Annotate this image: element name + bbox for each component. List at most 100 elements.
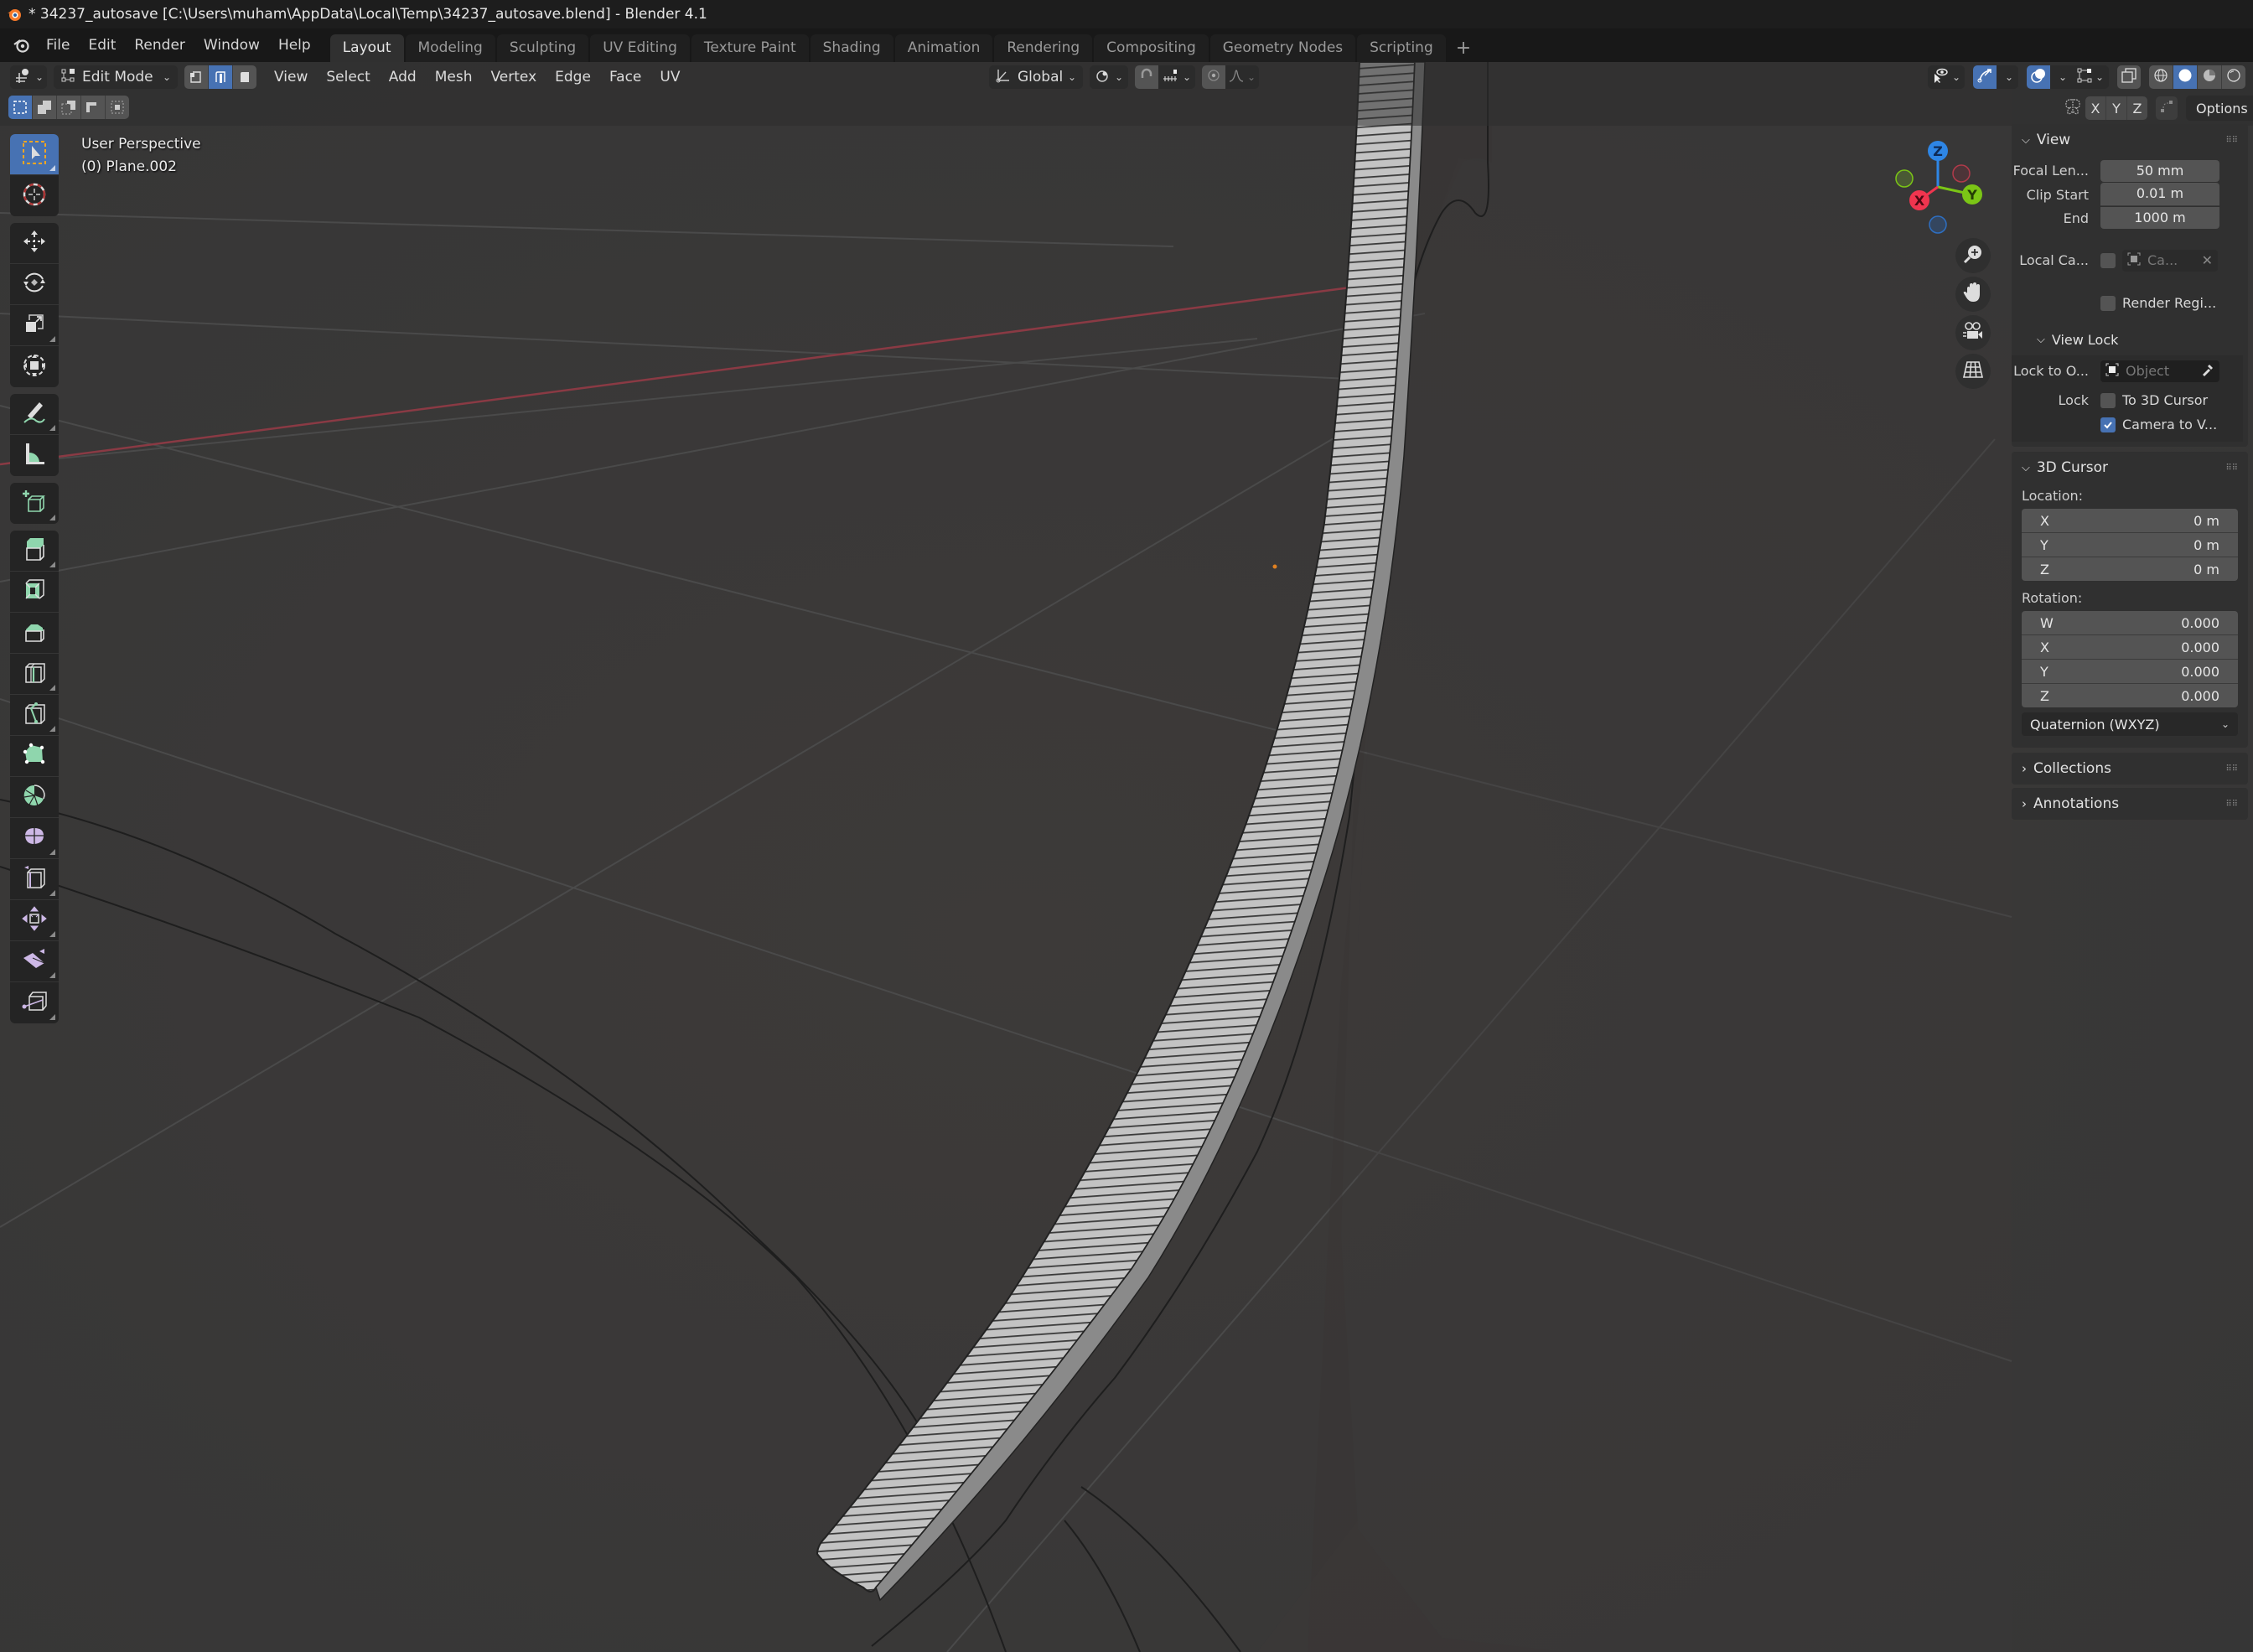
select-mode-set[interactable] bbox=[8, 96, 33, 119]
select-mode-extend[interactable] bbox=[33, 96, 57, 119]
tool-measure[interactable] bbox=[10, 435, 59, 476]
mesh-edit-overlay-dropdown[interactable]: ⌄ bbox=[2072, 65, 2109, 89]
tool-extrude-region[interactable] bbox=[10, 531, 59, 572]
tab-layout[interactable]: Layout bbox=[329, 34, 404, 62]
tab-sculpting[interactable]: Sculpting bbox=[496, 34, 589, 62]
viewport-scene[interactable] bbox=[0, 62, 2253, 1652]
tab-compositing[interactable]: Compositing bbox=[1094, 34, 1209, 62]
tool-poly-build[interactable] bbox=[10, 736, 59, 777]
menu-window[interactable]: Window bbox=[194, 28, 269, 62]
clear-x-icon[interactable]: ✕ bbox=[2202, 252, 2213, 268]
local-camera-checkbox[interactable] bbox=[2100, 252, 2116, 268]
tool-rip-region[interactable] bbox=[10, 982, 59, 1023]
tab-modeling[interactable]: Modeling bbox=[405, 34, 495, 62]
menu-file[interactable]: File bbox=[37, 28, 79, 62]
tool-annotate[interactable] bbox=[10, 394, 59, 435]
gizmo-neg-x[interactable] bbox=[1952, 164, 1971, 183]
drag-handle-icon[interactable]: ⠿⠿ bbox=[2225, 136, 2238, 145]
pivot-point-dropdown[interactable]: ⌄ bbox=[1090, 65, 1128, 89]
3d-cursor-panel-header[interactable]: ⌵ 3D Cursor ⠿⠿ bbox=[2012, 452, 2248, 484]
menu-edit[interactable]: Edit bbox=[79, 28, 125, 62]
xray-toggle[interactable] bbox=[2117, 65, 2141, 89]
tool-shrink-fatten[interactable] bbox=[10, 900, 59, 941]
tab-shading[interactable]: Shading bbox=[810, 34, 893, 62]
blender-menu-icon[interactable] bbox=[7, 28, 37, 62]
select-mode-subtract[interactable] bbox=[57, 96, 81, 119]
gizmo-dropdown[interactable]: ⌄ bbox=[1997, 65, 2018, 89]
view-lock-subpanel-header[interactable]: ⌵ View Lock bbox=[2012, 324, 2248, 355]
gizmo-neg-z[interactable] bbox=[1929, 215, 1947, 234]
camera-view-button[interactable] bbox=[1955, 315, 1991, 350]
cursor-rotation-y[interactable]: Y 0.000 bbox=[2022, 660, 2238, 684]
ortho-toggle-button[interactable] bbox=[1955, 354, 1991, 389]
edge-select-button[interactable] bbox=[209, 65, 233, 89]
mirror-x-button[interactable]: X bbox=[2085, 96, 2106, 120]
cursor-rotation-z[interactable]: Z 0.000 bbox=[2022, 684, 2238, 707]
menu-view[interactable]: View bbox=[265, 69, 317, 85]
vertex-select-button[interactable] bbox=[184, 65, 209, 89]
clip-end-field[interactable]: 1000 m bbox=[2100, 207, 2219, 229]
tool-inset-faces[interactable] bbox=[10, 572, 59, 613]
face-select-button[interactable] bbox=[233, 65, 256, 89]
editor-type-button[interactable]: ⌄ bbox=[10, 65, 47, 89]
proportional-edit-toggle[interactable] bbox=[1202, 65, 1225, 89]
overlay-toggle[interactable] bbox=[2027, 65, 2050, 89]
tool-move[interactable] bbox=[10, 223, 59, 264]
snap-toggle[interactable] bbox=[1135, 65, 1158, 89]
mirror-y-button[interactable]: Y bbox=[2106, 96, 2127, 120]
transform-orientation-dropdown[interactable]: Global ⌄ bbox=[989, 65, 1083, 89]
zoom-button[interactable] bbox=[1955, 238, 1991, 273]
rotation-mode-dropdown[interactable]: Quaternion (WXYZ) ⌄ bbox=[2022, 712, 2238, 736]
menu-render[interactable]: Render bbox=[125, 28, 194, 62]
visibility-selectability-dropdown[interactable]: ⌄ bbox=[1928, 65, 1965, 89]
3d-viewport[interactable] bbox=[0, 62, 2253, 1652]
to-3d-cursor-checkbox[interactable] bbox=[2100, 392, 2116, 408]
menu-uv[interactable]: UV bbox=[650, 69, 689, 85]
mirror-z-button[interactable]: Z bbox=[2127, 96, 2147, 120]
tool-loop-cut[interactable] bbox=[10, 654, 59, 695]
navigation-gizmo[interactable]: Z Y X bbox=[1886, 134, 1995, 243]
tool-shear[interactable] bbox=[10, 941, 59, 982]
collections-panel-header[interactable]: › Collections ⠿⠿ bbox=[2012, 753, 2248, 785]
menu-vertex[interactable]: Vertex bbox=[481, 69, 546, 85]
shading-rendered-button[interactable] bbox=[2222, 65, 2245, 89]
cursor-location-z[interactable]: Z0 m bbox=[2022, 557, 2238, 581]
select-mode-difference[interactable] bbox=[81, 96, 106, 119]
options-button[interactable]: Options bbox=[2186, 96, 2253, 121]
falloff-dropdown[interactable]: ⌄ bbox=[1225, 65, 1259, 89]
tab-rendering[interactable]: Rendering bbox=[994, 34, 1093, 62]
tool-edge-slide[interactable] bbox=[10, 859, 59, 900]
render-region-checkbox[interactable] bbox=[2100, 295, 2116, 311]
gizmo-toggle[interactable] bbox=[1973, 65, 1997, 89]
shading-solid-button[interactable] bbox=[2173, 65, 2198, 89]
drag-handle-icon[interactable]: ⠿⠿ bbox=[2225, 764, 2238, 774]
pan-button[interactable] bbox=[1955, 277, 1991, 312]
add-workspace-button[interactable]: + bbox=[1448, 34, 1479, 62]
view-panel-header[interactable]: ⌵ View ⠿⠿ bbox=[2012, 124, 2248, 156]
tool-bevel[interactable] bbox=[10, 613, 59, 654]
annotations-panel-header[interactable]: › Annotations ⠿⠿ bbox=[2012, 788, 2248, 820]
snap-target-dropdown[interactable]: ⌄ bbox=[1158, 65, 1195, 89]
tab-geometry-nodes[interactable]: Geometry Nodes bbox=[1209, 34, 1356, 62]
tool-transform[interactable] bbox=[10, 346, 59, 387]
tool-spin[interactable] bbox=[10, 777, 59, 818]
tab-animation[interactable]: Animation bbox=[894, 34, 993, 62]
menu-face[interactable]: Face bbox=[600, 69, 650, 85]
tool-scale[interactable] bbox=[10, 305, 59, 346]
focal-length-field[interactable]: 50 mm bbox=[2100, 159, 2219, 182]
menu-add[interactable]: Add bbox=[380, 69, 426, 85]
cursor-location-y[interactable]: Y0 m bbox=[2022, 533, 2238, 557]
local-camera-field[interactable]: Ca... ✕ bbox=[2122, 249, 2218, 272]
drag-handle-icon[interactable]: ⠿⠿ bbox=[2225, 463, 2238, 473]
eyedropper-icon[interactable] bbox=[2201, 363, 2214, 380]
menu-select[interactable]: Select bbox=[317, 69, 379, 85]
tool-cursor[interactable] bbox=[10, 175, 59, 216]
tool-select-box[interactable] bbox=[10, 134, 59, 175]
shading-wireframe-button[interactable] bbox=[2149, 65, 2173, 89]
tool-rotate[interactable] bbox=[10, 264, 59, 305]
cursor-location-x[interactable]: X0 m bbox=[2022, 509, 2238, 533]
cursor-rotation-x[interactable]: X 0.000 bbox=[2022, 635, 2238, 660]
clip-start-field[interactable]: 0.01 m bbox=[2100, 183, 2219, 206]
drag-handle-icon[interactable]: ⠿⠿ bbox=[2225, 800, 2238, 809]
tool-smooth[interactable] bbox=[10, 818, 59, 859]
